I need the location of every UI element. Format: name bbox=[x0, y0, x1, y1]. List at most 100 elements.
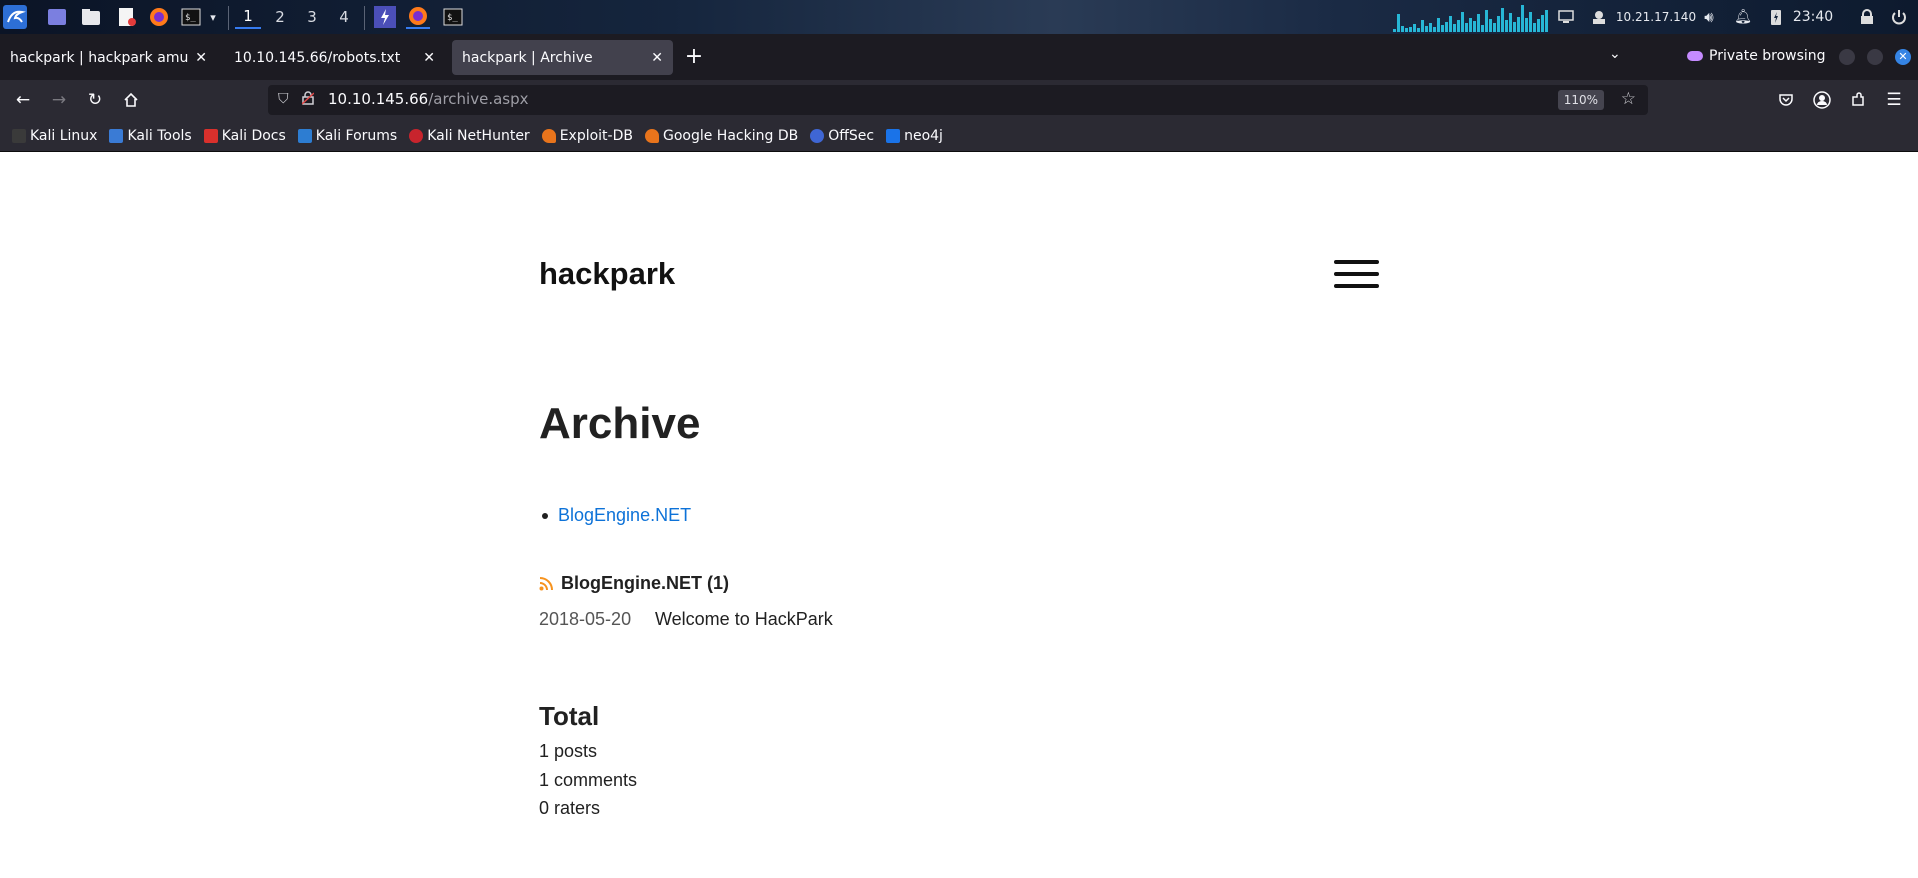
hamburger-menu-icon[interactable]: ☰ bbox=[1881, 88, 1907, 112]
firefox-launcher-icon[interactable] bbox=[148, 5, 170, 29]
firefox-window-icon[interactable] bbox=[406, 5, 430, 29]
bookmark-google-hacking-db[interactable]: Google Hacking DB bbox=[644, 127, 799, 144]
audio-bar bbox=[1401, 26, 1404, 32]
category-heading-label: BlogEngine.NET (1) bbox=[561, 573, 729, 593]
bookmark-exploit-db[interactable]: Exploit-DB bbox=[541, 128, 633, 144]
list-item: BlogEngine.NET bbox=[539, 505, 691, 526]
audio-bar bbox=[1437, 18, 1440, 32]
private-browsing-indicator: Private browsing bbox=[1687, 48, 1826, 64]
maximize-button[interactable] bbox=[1867, 49, 1883, 65]
terminal-window-icon[interactable]: $_ bbox=[441, 5, 465, 29]
bookmark-kali-tools[interactable]: Kali Tools bbox=[109, 128, 192, 144]
tab-title: hackpark | Archive bbox=[462, 49, 593, 66]
workspace-4[interactable]: 4 bbox=[331, 5, 357, 29]
file-manager-icon[interactable] bbox=[80, 5, 102, 29]
bookmark-label: Kali Forums bbox=[315, 127, 398, 144]
ghdb-icon bbox=[644, 128, 659, 143]
minimize-button[interactable] bbox=[1839, 49, 1855, 65]
workspace-3[interactable]: 3 bbox=[299, 5, 325, 29]
display-icon[interactable] bbox=[1555, 5, 1577, 29]
bookmarks-toolbar: Kali Linux Kali Tools Kali Docs Kali For… bbox=[0, 120, 1918, 152]
bookmark-label: Kali NetHunter bbox=[427, 127, 530, 144]
close-icon[interactable]: ✕ bbox=[651, 50, 663, 66]
battery-icon[interactable] bbox=[1768, 5, 1784, 29]
audio-bar bbox=[1509, 13, 1512, 32]
bookmark-kali-docs[interactable]: Kali Docs bbox=[203, 128, 286, 144]
zoom-indicator[interactable]: 110% bbox=[1557, 90, 1604, 110]
neo4j-icon bbox=[886, 128, 901, 143]
post-date: 2018-05-20 bbox=[539, 609, 632, 629]
close-icon[interactable]: ✕ bbox=[423, 50, 435, 66]
bookmark-label: Kali Linux bbox=[30, 127, 98, 144]
bookmark-star-icon[interactable]: ☆ bbox=[1621, 89, 1636, 109]
terminal-launcher-icon[interactable]: $_ bbox=[180, 5, 202, 29]
url-text[interactable]: 10.10.145.66/archive.aspx bbox=[328, 90, 529, 108]
forward-button[interactable]: → bbox=[46, 88, 72, 112]
svg-text:$_: $_ bbox=[185, 13, 196, 23]
bullet bbox=[542, 512, 548, 519]
site-title[interactable]: hackpark bbox=[539, 256, 675, 292]
panel-separator bbox=[364, 6, 365, 30]
new-tab-button[interactable]: + bbox=[683, 42, 705, 72]
bookmark-kali-forums[interactable]: Kali Forums bbox=[297, 127, 398, 144]
window-close-button[interactable]: ✕ bbox=[1895, 49, 1911, 65]
text-editor-icon[interactable] bbox=[116, 5, 138, 29]
audio-bar bbox=[1537, 19, 1540, 32]
audio-bar bbox=[1505, 20, 1508, 32]
audio-bar bbox=[1425, 26, 1428, 32]
total-posts: 1 posts bbox=[539, 741, 598, 761]
notification-bell-icon[interactable]: 🔔︎ bbox=[1733, 5, 1753, 29]
chevron-down-icon[interactable]: ▾ bbox=[206, 5, 220, 29]
audio-bar bbox=[1525, 18, 1528, 32]
audio-bar bbox=[1413, 24, 1416, 32]
kali-docs-icon bbox=[203, 128, 218, 143]
post-link[interactable]: Welcome to HackPark bbox=[655, 609, 833, 630]
bookmark-neo4j[interactable]: neo4j bbox=[886, 128, 943, 144]
site-menu-button[interactable] bbox=[1334, 260, 1379, 290]
private-browsing-label: Private browsing bbox=[1709, 48, 1826, 64]
kali-forums-icon bbox=[297, 128, 312, 143]
url-path: /archive.aspx bbox=[428, 90, 529, 108]
power-icon[interactable] bbox=[1888, 5, 1910, 29]
back-button[interactable]: ← bbox=[10, 88, 36, 112]
desktop-icon[interactable] bbox=[46, 5, 68, 29]
address-bar[interactable]: ⛉ 10.10.145.66/archive.aspx 110% ☆ bbox=[268, 85, 1648, 115]
volume-icon[interactable]: 🔊︎ bbox=[1699, 5, 1719, 29]
audio-bar bbox=[1397, 14, 1400, 32]
account-icon[interactable] bbox=[1809, 88, 1835, 112]
audio-bar bbox=[1441, 25, 1444, 32]
bookmark-offsec[interactable]: OffSec bbox=[810, 128, 874, 144]
tab-bar: hackpark | hackpark amusem ✕ 10.10.145.6… bbox=[0, 34, 1918, 80]
audio-bar bbox=[1517, 17, 1520, 32]
tab-hackpark-home[interactable]: hackpark | hackpark amusem ✕ bbox=[0, 40, 217, 75]
workspace-2[interactable]: 2 bbox=[267, 5, 293, 29]
audio-bar bbox=[1453, 24, 1456, 32]
reload-button[interactable]: ↻ bbox=[82, 88, 108, 112]
audio-bar bbox=[1393, 29, 1396, 32]
bookmark-kali-linux[interactable]: Kali Linux bbox=[12, 128, 97, 144]
kali-menu-icon[interactable] bbox=[2, 5, 28, 29]
system-panel: $_ ▾ 1 2 3 4 $_ 10.21.17.140 🔊︎ 🔔︎ 23:40 bbox=[0, 0, 1918, 34]
bookmark-kali-nethunter[interactable]: Kali NetHunter bbox=[409, 127, 530, 144]
ip-address: 10.21.17.140 bbox=[1615, 10, 1697, 24]
tab-robots[interactable]: 10.10.145.66/robots.txt ✕ bbox=[224, 40, 445, 75]
audio-bar bbox=[1545, 10, 1548, 32]
vpn-icon[interactable] bbox=[1588, 5, 1610, 29]
burp-window-icon[interactable] bbox=[373, 5, 397, 29]
home-button[interactable] bbox=[118, 88, 144, 112]
lock-screen-icon[interactable] bbox=[1857, 5, 1877, 29]
bookmark-label: Google Hacking DB bbox=[662, 127, 799, 144]
extensions-icon[interactable] bbox=[1845, 88, 1871, 112]
close-icon[interactable]: ✕ bbox=[195, 50, 207, 66]
tracking-shield-icon[interactable]: ⛉ bbox=[278, 91, 289, 107]
tab-list-chevron-icon[interactable]: ⌄ bbox=[1609, 46, 1621, 62]
audio-bar bbox=[1541, 15, 1544, 32]
clock[interactable]: 23:40 bbox=[1790, 5, 1836, 29]
audio-bar bbox=[1473, 21, 1476, 32]
tab-archive[interactable]: hackpark | Archive ✕ bbox=[452, 40, 673, 75]
category-link[interactable]: BlogEngine.NET bbox=[558, 505, 691, 526]
insecure-lock-icon[interactable] bbox=[301, 91, 315, 109]
workspace-1[interactable]: 1 bbox=[235, 5, 261, 29]
pocket-icon[interactable] bbox=[1773, 88, 1799, 112]
rss-icon[interactable] bbox=[539, 576, 553, 591]
